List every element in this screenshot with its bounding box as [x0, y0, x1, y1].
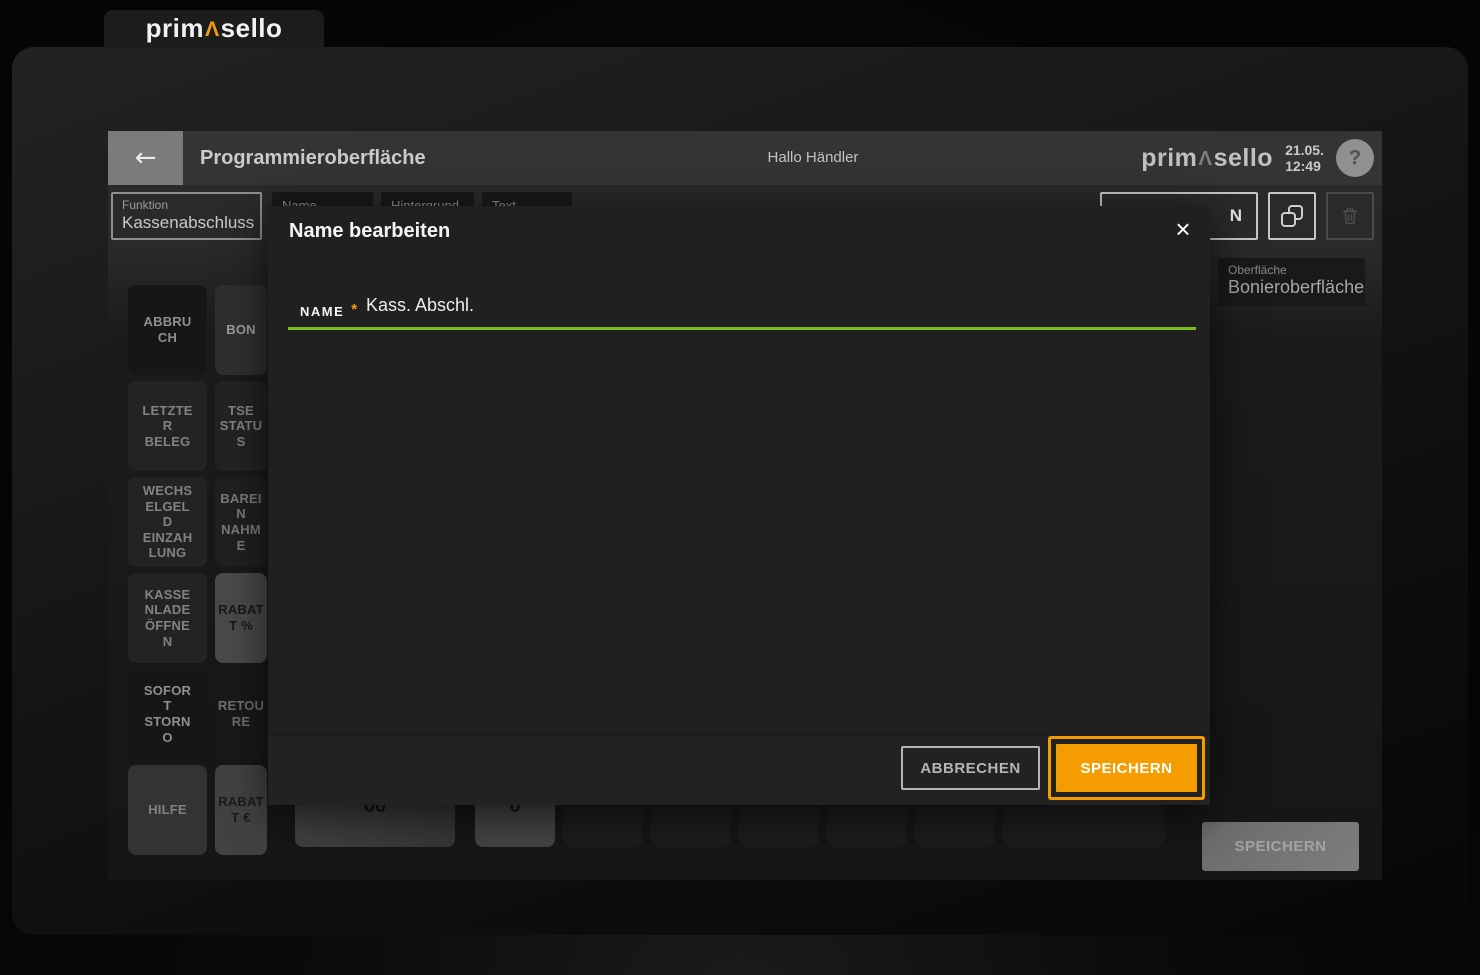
grid-button-retoure[interactable]: RETOURE — [215, 669, 267, 759]
logo-lambda-icon: Λ — [204, 17, 220, 41]
logo-suffix: sello — [1213, 143, 1274, 172]
save-button[interactable]: SPEICHERN — [1056, 744, 1197, 792]
app-window: ← Programmieroberfläche Hallo Händler pr… — [12, 47, 1468, 935]
grid-button-bareinnahme[interactable]: BAREIN NAHME — [215, 477, 267, 567]
page-title: Programmieroberfläche — [200, 147, 426, 169]
grid-button-hilfe[interactable]: HILFE — [128, 765, 207, 855]
grid-button-tse-status[interactable]: TSE STATUS — [215, 381, 267, 471]
grid-button-kassenlade-oeffnen[interactable]: KASSENLADE ÖFFNEN — [128, 573, 207, 663]
close-button[interactable]: × — [1166, 212, 1200, 246]
grid-button-wechselgeld-einzahlung[interactable]: WECHSELGELD EINZAHLUNG — [128, 477, 207, 567]
browser-tab: primΛsello — [104, 10, 324, 47]
input-underline — [288, 327, 1196, 330]
name-label-text: NAME — [300, 304, 345, 319]
dialog-title: Name bearbeiten — [289, 220, 451, 242]
close-icon: × — [1175, 214, 1191, 244]
name-input-label: NAME * — [300, 301, 358, 320]
logo-lambda-icon: Λ — [1198, 146, 1213, 170]
save-button-focus-ring: SPEICHERN — [1048, 736, 1205, 800]
function-grid: ABBRUCH BON LETZTER BELEG TSE STATUS WEC… — [128, 285, 267, 855]
help-button[interactable]: ? — [1336, 139, 1374, 177]
panel-save-button[interactable]: SPEICHERN — [1202, 822, 1359, 871]
oberflaeche-label: Oberfläche — [1228, 263, 1287, 277]
partial-action-label: N — [1229, 206, 1242, 225]
time-text: 12:49 — [1285, 158, 1321, 174]
header-bar: ← Programmieroberfläche Hallo Händler pr… — [108, 131, 1382, 185]
back-arrow-icon: ← — [134, 143, 157, 173]
duplicate-button[interactable] — [1268, 192, 1316, 240]
primasello-logo: primΛsello — [146, 13, 283, 44]
funktion-value: Kassenabschluss — [122, 213, 255, 232]
question-icon: ? — [1348, 146, 1362, 169]
date-text: 21.05. — [1285, 141, 1324, 158]
copy-icon — [1281, 205, 1303, 227]
trash-icon — [1343, 208, 1357, 225]
header-right-group: primΛsello 21.05. 12:49 ? — [1141, 131, 1374, 185]
screen: primΛsello ← Programmieroberfläche Hallo… — [0, 0, 1480, 975]
funktion-selector[interactable]: Funktion Kassenabschluss — [111, 192, 262, 240]
logo-prefix: prim — [145, 13, 204, 43]
funktion-label: Funktion — [122, 198, 169, 212]
logo-prefix: prim — [1141, 143, 1198, 172]
back-button[interactable]: ← — [108, 131, 183, 185]
grid-button-abbruch[interactable]: ABBRUCH — [128, 285, 207, 375]
edit-name-dialog: Name bearbeiten × NAME * ABBRECHEN SPEICH… — [268, 206, 1210, 805]
grid-button-rabatt-prozent[interactable]: RABATT % — [215, 573, 267, 663]
grid-button-rabatt-euro[interactable]: RABATT € — [215, 765, 267, 855]
delete-button[interactable] — [1326, 192, 1374, 240]
oberflaeche-value: Bonieroberfläche — [1228, 277, 1365, 297]
required-asterisk: * — [351, 301, 358, 318]
primasello-logo-header: primΛsello — [1141, 144, 1273, 173]
datetime: 21.05. 12:49 — [1285, 142, 1324, 174]
grid-button-bon[interactable]: BON — [215, 285, 267, 375]
name-input[interactable] — [366, 288, 1166, 322]
logo-suffix: sello — [220, 13, 283, 43]
oberflaeche-field[interactable]: Oberfläche Bonieroberfläche — [1218, 258, 1365, 306]
greeting-text: Hallo Händler — [767, 149, 859, 166]
grid-button-letzter-beleg[interactable]: LETZTER BELEG — [128, 381, 207, 471]
cancel-button[interactable]: ABBRECHEN — [901, 746, 1040, 790]
grid-button-sofort-storno[interactable]: SOFORT STORNO — [128, 669, 207, 759]
